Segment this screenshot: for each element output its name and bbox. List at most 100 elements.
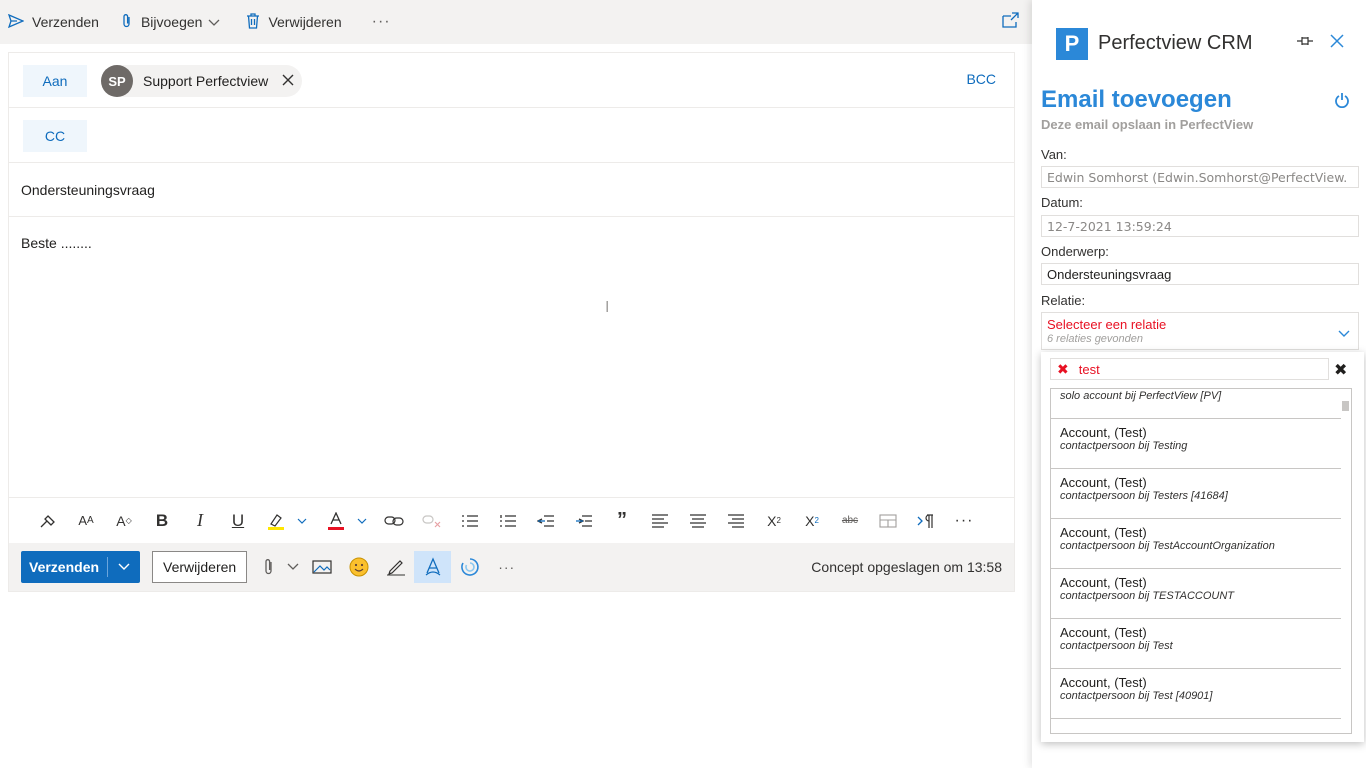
- list-item-detail: contactpersoon bij TestAccountOrganizati…: [1060, 540, 1275, 552]
- top-delete-button[interactable]: Verwijderen: [238, 0, 349, 44]
- to-button[interactable]: Aan: [23, 65, 87, 97]
- attach-icon[interactable]: [255, 551, 283, 583]
- italic-icon[interactable]: I: [181, 506, 219, 536]
- list-item[interactable]: Account, (Test) contactpersoon bij TestA…: [1051, 519, 1341, 569]
- align-center-icon[interactable]: [679, 506, 717, 536]
- list-item[interactable]: solo account bij PerfectView [PV]: [1051, 389, 1341, 419]
- list-item-name: Account, (Test): [1060, 475, 1147, 490]
- align-left-icon[interactable]: [641, 506, 679, 536]
- list-item[interactable]: Account, (Test) contactpersoon bij TESTA…: [1051, 569, 1341, 619]
- format-painter-icon[interactable]: [29, 506, 67, 536]
- pin-icon[interactable]: [1296, 34, 1314, 50]
- align-right-icon[interactable]: [717, 506, 755, 536]
- subject-label: Onderwerp:: [1041, 244, 1109, 259]
- relation-count: 6 relaties gevonden: [1047, 333, 1144, 345]
- recipient-chip[interactable]: SP Support Perfectview: [101, 65, 303, 97]
- chevron-down-icon[interactable]: [355, 506, 369, 536]
- discard-button[interactable]: Verwijderen: [152, 551, 248, 583]
- top-send-button[interactable]: Verzenden: [0, 0, 107, 44]
- signature-icon[interactable]: [377, 551, 414, 583]
- underline-icon[interactable]: U: [219, 506, 257, 536]
- top-send-label: Verzenden: [32, 14, 99, 30]
- relation-select[interactable]: Selecteer een relatie 6 relaties gevonde…: [1041, 312, 1359, 350]
- bcc-button[interactable]: BCC: [966, 71, 996, 87]
- avatar: SP: [101, 65, 133, 97]
- chevron-down-icon[interactable]: [283, 551, 303, 583]
- highlight-icon[interactable]: [257, 506, 295, 536]
- increase-indent-icon[interactable]: [565, 506, 603, 536]
- subject-field[interactable]: Ondersteuningsvraag: [21, 182, 155, 198]
- relation-search-input[interactable]: ✖ test: [1050, 358, 1329, 380]
- crm-subject-field[interactable]: Ondersteuningsvraag: [1041, 263, 1359, 285]
- top-delete-label: Verwijderen: [268, 14, 342, 30]
- message-body[interactable]: Beste ........: [21, 235, 92, 251]
- perfectview-logo: P: [1056, 28, 1088, 60]
- emoji-icon[interactable]: [340, 551, 377, 583]
- compose-card: Aan SP Support Perfectview BCC CC Onders…: [8, 52, 1015, 592]
- bold-icon[interactable]: B: [143, 506, 181, 536]
- date-label: Datum:: [1041, 195, 1083, 210]
- subject-row[interactable]: Ondersteuningsvraag: [9, 163, 1014, 217]
- format-toolbar: AA A ◇ B I U ” X2 X2 abc ···: [9, 497, 1014, 543]
- draft-status: Concept opgeslagen om 13:58: [811, 559, 1002, 575]
- chevron-down-icon: [208, 14, 228, 30]
- list-item-name: Account, (Test): [1060, 575, 1147, 590]
- pane-heading: Email toevoegen: [1041, 86, 1232, 113]
- trash-icon: [246, 12, 268, 32]
- relation-placeholder: Selecteer een relatie: [1047, 317, 1167, 332]
- quote-icon[interactable]: ”: [603, 506, 641, 536]
- popout-icon[interactable]: [1002, 12, 1020, 31]
- more-formatting-icon[interactable]: ···: [945, 506, 983, 536]
- relation-dropdown: ✖ test ✖ solo account bij PerfectView [P…: [1041, 352, 1364, 742]
- unlink-icon[interactable]: [413, 506, 451, 536]
- compose-window: Verzenden Bijvoegen Verwijderen ··· Aan …: [0, 0, 1032, 768]
- list-item[interactable]: Account, (Test) contactpersoon bij Test …: [1051, 669, 1341, 719]
- insert-table-icon[interactable]: [869, 506, 907, 536]
- font-icon[interactable]: AA: [67, 506, 105, 536]
- list-item-detail: contactpersoon bij Test: [1060, 640, 1173, 652]
- relation-label: Relatie:: [1041, 293, 1086, 308]
- close-icon[interactable]: [1330, 34, 1344, 51]
- remove-recipient-icon[interactable]: [282, 73, 294, 89]
- top-toolbar: Verzenden Bijvoegen Verwijderen ···: [0, 0, 1032, 44]
- text-direction-icon[interactable]: [907, 506, 945, 536]
- link-icon[interactable]: [375, 506, 413, 536]
- list-scrollbar[interactable]: [1342, 401, 1349, 411]
- list-item-name: Account, (Test): [1060, 525, 1147, 540]
- strikethrough-icon[interactable]: abc: [831, 506, 869, 536]
- cc-button[interactable]: CC: [23, 120, 87, 152]
- list-item-name: Account, (Test): [1060, 675, 1147, 690]
- superscript-icon[interactable]: X2: [755, 506, 793, 536]
- send-button[interactable]: Verzenden: [21, 551, 141, 583]
- top-more-button[interactable]: ···: [364, 0, 399, 44]
- crm-addin-pane: P Perfectview CRM Email toevoegen Deze e…: [1032, 0, 1366, 768]
- decrease-indent-icon[interactable]: [527, 506, 565, 536]
- paperclip-icon: [121, 13, 141, 32]
- numbering-icon[interactable]: [489, 506, 527, 536]
- send-options-chevron-icon[interactable]: [108, 563, 140, 571]
- list-item[interactable]: Account, (Test) contactpersoon bij Testi…: [1051, 419, 1341, 469]
- list-item[interactable]: Account, (Test) contactpersoon bij Test: [1051, 619, 1341, 669]
- list-item-name: Account, (Test): [1060, 625, 1147, 640]
- attach-button[interactable]: Bijvoegen: [113, 0, 237, 44]
- more-options-icon[interactable]: ···: [488, 551, 525, 583]
- insert-picture-icon[interactable]: [303, 551, 340, 583]
- clear-search-icon[interactable]: ✖: [1334, 360, 1347, 380]
- pane-subheading: Deze email opslaan in PerfectView: [1041, 117, 1254, 132]
- subscript-icon[interactable]: X2: [793, 506, 831, 536]
- search-value: test: [1078, 361, 1100, 377]
- list-item-detail: solo account bij PerfectView [PV]: [1060, 390, 1222, 402]
- loop-icon[interactable]: [451, 551, 488, 583]
- send-label: Verzenden: [29, 559, 100, 575]
- power-icon[interactable]: [1334, 92, 1350, 111]
- bullets-icon[interactable]: [451, 506, 489, 536]
- list-item[interactable]: Account, (Test) contactpersoon bij Teste…: [1051, 469, 1341, 519]
- font-size-icon[interactable]: A ◇: [105, 506, 143, 536]
- action-bar: Verzenden Verwijderen ··· Concept opgesl…: [9, 543, 1014, 591]
- recipient-name: Support Perfectview: [143, 73, 269, 89]
- chevron-down-icon[interactable]: [295, 506, 309, 536]
- list-item-detail: contactpersoon bij Test [40901]: [1060, 690, 1213, 702]
- list-item-detail: contactpersoon bij Testing: [1060, 440, 1188, 452]
- font-color-icon[interactable]: [317, 506, 355, 536]
- editor-icon[interactable]: [414, 551, 452, 583]
